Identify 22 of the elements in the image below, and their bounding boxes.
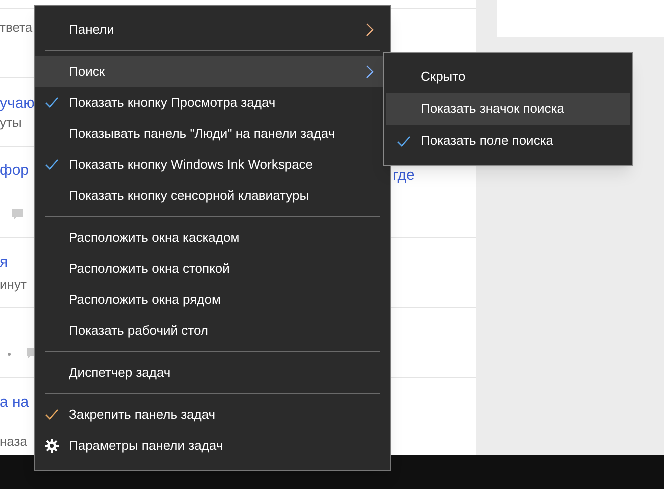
link-text[interactable]: где — [393, 167, 415, 184]
checkmark-icon — [396, 136, 410, 146]
meta-text: твета — [0, 20, 33, 36]
link-text[interactable]: я — [0, 254, 8, 272]
menu-item[interactable]: Расположить окна стопкой — [35, 253, 390, 284]
menu-item[interactable]: Параметры панели задач — [35, 430, 390, 461]
menu-item[interactable]: Показать кнопку сенсорной клавиатуры — [35, 180, 390, 211]
link-text[interactable]: учаю — [0, 95, 35, 113]
menu-item[interactable]: Показать значок поиска — [386, 93, 630, 125]
menu-item[interactable]: Расположить окна каскадом — [35, 222, 390, 253]
menu-item[interactable]: Показать рабочий стол — [35, 315, 390, 346]
meta-text: наза — [0, 434, 28, 450]
link-text[interactable]: а на — [0, 394, 30, 412]
menu-item[interactable]: Расположить окна рядом — [35, 284, 390, 315]
link-text[interactable]: фор — [0, 162, 30, 180]
meta-text: инут — [0, 277, 27, 293]
menu-item[interactable]: Диспетчер задач — [35, 357, 390, 388]
menu-item[interactable]: Закрепить панель задач — [35, 399, 390, 430]
menu-item[interactable]: Панели — [35, 14, 390, 45]
settings-icon — [45, 438, 59, 452]
meta-text: уты — [0, 115, 22, 131]
comment-icon — [12, 209, 23, 220]
